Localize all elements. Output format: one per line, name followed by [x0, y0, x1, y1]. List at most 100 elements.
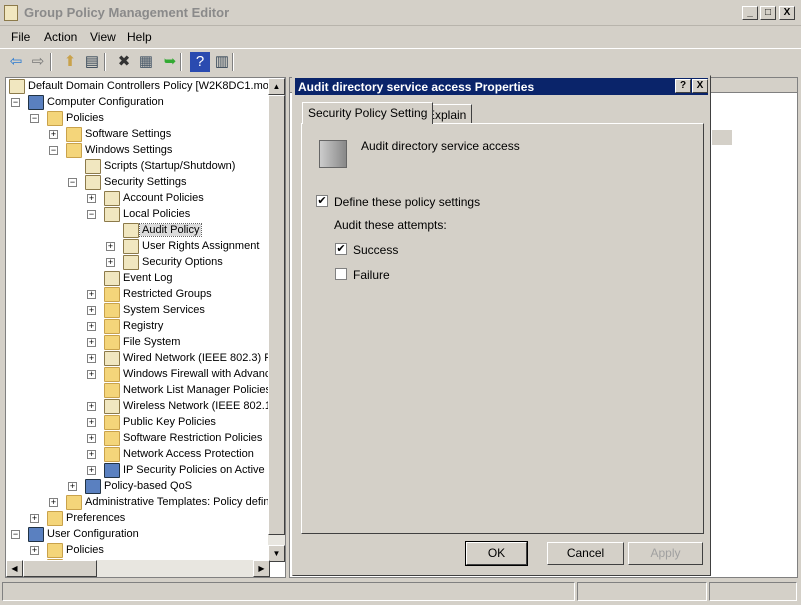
collapse-icon[interactable]: − [11, 98, 20, 107]
expand-icon[interactable]: + [87, 290, 96, 299]
policy-icon [104, 191, 120, 206]
expand-icon[interactable]: + [49, 130, 58, 139]
apply-button[interactable]: Apply [628, 542, 703, 565]
up-folder-icon[interactable]: ⬆ [60, 52, 80, 72]
folder-icon [66, 495, 82, 510]
policy-icon [85, 159, 101, 174]
tab-security-policy-setting[interactable]: Security Policy Setting [302, 102, 434, 124]
toolbar-separator [232, 53, 234, 71]
expand-icon[interactable]: + [87, 466, 96, 475]
folder-icon [47, 111, 63, 126]
scroll-right-button[interactable]: ▶ [253, 560, 270, 577]
expand-icon[interactable]: + [87, 354, 96, 363]
expand-icon[interactable]: + [106, 242, 115, 251]
tree-item-label: Windows Firewall with Advanc [123, 368, 271, 380]
status-pane-3 [709, 582, 797, 601]
expand-icon[interactable]: + [87, 338, 96, 347]
console-tree: Default Domain Controllers Policy [W2K8D… [5, 77, 286, 578]
tree-item-label: Policies [66, 112, 104, 124]
expand-icon[interactable]: + [30, 514, 39, 523]
menu-bar: File Action View Help [0, 27, 801, 47]
menu-action[interactable]: Action [44, 30, 77, 44]
close-button[interactable]: X [779, 6, 795, 20]
menu-view[interactable]: View [90, 30, 116, 44]
folder-icon [47, 543, 63, 558]
computer-icon [85, 479, 101, 494]
collapse-icon[interactable]: − [30, 114, 39, 123]
expand-icon[interactable]: + [49, 498, 58, 507]
vertical-scrollbar[interactable]: ▲ ▼ [268, 78, 285, 562]
tree-item-label: Policies [66, 544, 104, 556]
selected-row[interactable] [712, 130, 732, 145]
success-label: Success [353, 243, 399, 257]
back-arrow-icon[interactable]: ⇦ [6, 52, 26, 72]
expand-icon[interactable]: + [68, 482, 77, 491]
expand-icon[interactable]: + [106, 258, 115, 267]
menu-file[interactable]: File [11, 30, 30, 44]
failure-label: Failure [353, 268, 390, 282]
scroll-thumb[interactable] [268, 95, 285, 535]
scroll-down-button[interactable]: ▼ [268, 545, 285, 562]
expand-icon[interactable]: + [87, 418, 96, 427]
tree-item-label: Local Policies [123, 208, 191, 220]
help-icon[interactable]: ? [190, 52, 210, 72]
computer-icon [28, 527, 44, 542]
scroll-left-button[interactable]: ◀ [6, 560, 23, 577]
folder-icon [104, 415, 120, 430]
delete-icon[interactable]: ✖ [114, 52, 134, 72]
expand-icon[interactable]: + [87, 370, 96, 379]
tab-panel: Audit directory service access ✔ Define … [301, 123, 704, 534]
horizontal-scrollbar[interactable]: ◀ ▶ [6, 560, 270, 577]
tree-item-label: Public Key Policies [123, 416, 216, 428]
define-policy-checkbox[interactable]: ✔ [316, 195, 328, 207]
status-pane-2 [577, 582, 707, 601]
tree-item-label: Default Domain Controllers Policy [W2K8D… [28, 80, 280, 92]
dialog-title-bar: Audit directory service access Propertie… [295, 78, 708, 95]
minimize-button[interactable]: _ [742, 6, 758, 20]
dialog-close-button[interactable]: X [692, 79, 708, 93]
collapse-icon[interactable]: − [87, 210, 96, 219]
success-checkbox[interactable]: ✔ [335, 243, 347, 255]
forward-arrow-icon[interactable]: ⇨ [28, 52, 48, 72]
tree-item-label: Windows Settings [85, 144, 173, 156]
tree-item-label: Network Access Protection [123, 448, 254, 460]
show-action-pane-icon[interactable]: ▥ [212, 52, 232, 72]
collapse-icon[interactable]: − [11, 530, 20, 539]
folder-icon [66, 127, 82, 142]
tree-item-label: Software Settings [85, 128, 172, 140]
cancel-button[interactable]: Cancel [547, 542, 624, 565]
collapse-icon[interactable]: − [68, 178, 77, 187]
toolbar: ⇦ ⇨ ⬆ ▤ ✖ ▦ ➥? ▥ [0, 48, 801, 74]
expand-icon[interactable]: + [87, 450, 96, 459]
policy-scroll-icon [4, 5, 18, 21]
policy-icon [123, 239, 139, 254]
export-list-icon[interactable]: ➥ [160, 52, 180, 72]
failure-checkbox[interactable] [335, 268, 347, 280]
collapse-icon[interactable]: − [49, 146, 58, 155]
expand-icon[interactable]: + [87, 194, 96, 203]
scroll-up-button[interactable]: ▲ [268, 78, 285, 95]
policy-icon [104, 351, 120, 366]
ok-button[interactable]: OK [465, 541, 528, 566]
policy-icon [123, 255, 139, 270]
properties-icon[interactable]: ▦ [136, 52, 156, 72]
toolbar-separator [50, 53, 52, 71]
tree-item-label: Network List Manager Policies [123, 384, 271, 396]
expand-icon[interactable]: + [30, 546, 39, 555]
folder-icon [104, 447, 120, 462]
tree-item-label: User Configuration [47, 528, 139, 540]
h-scroll-thumb[interactable] [23, 560, 97, 577]
dialog-help-button[interactable]: ? [675, 79, 691, 93]
expand-icon[interactable]: + [87, 322, 96, 331]
expand-icon[interactable]: + [87, 402, 96, 411]
show-hide-tree-icon[interactable]: ▤ [82, 52, 102, 72]
tree-item-label: File System [123, 336, 181, 348]
maximize-button[interactable]: □ [760, 6, 776, 20]
policy-icon [104, 399, 120, 414]
expand-icon[interactable]: + [87, 306, 96, 315]
menu-help[interactable]: Help [127, 30, 152, 44]
expand-icon[interactable]: + [87, 434, 96, 443]
status-bar [0, 582, 801, 602]
tree-item-label: Preferences [66, 512, 126, 524]
folder-icon [104, 383, 120, 398]
